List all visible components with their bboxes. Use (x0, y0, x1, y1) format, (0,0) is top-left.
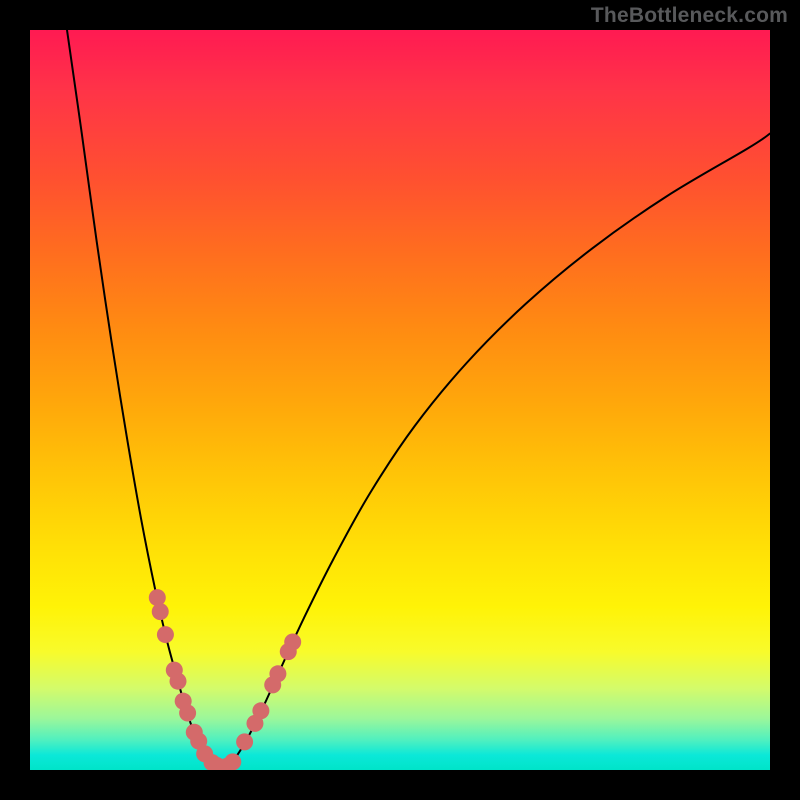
data-marker (179, 705, 196, 722)
left-curve-path (67, 30, 222, 768)
data-marker (269, 665, 286, 682)
data-marker (284, 633, 301, 650)
attribution-text: TheBottleneck.com (591, 4, 788, 28)
curve-svg (30, 30, 770, 770)
right-curve-path (222, 134, 770, 768)
data-marker (236, 733, 253, 750)
data-marker (252, 702, 269, 719)
data-marker (157, 626, 174, 643)
data-marker (152, 603, 169, 620)
data-marker (149, 589, 166, 606)
data-marker (170, 673, 187, 690)
data-marker (224, 753, 241, 770)
chart-container: TheBottleneck.com (0, 0, 800, 800)
marker-group (149, 589, 301, 770)
plot-area (30, 30, 770, 770)
